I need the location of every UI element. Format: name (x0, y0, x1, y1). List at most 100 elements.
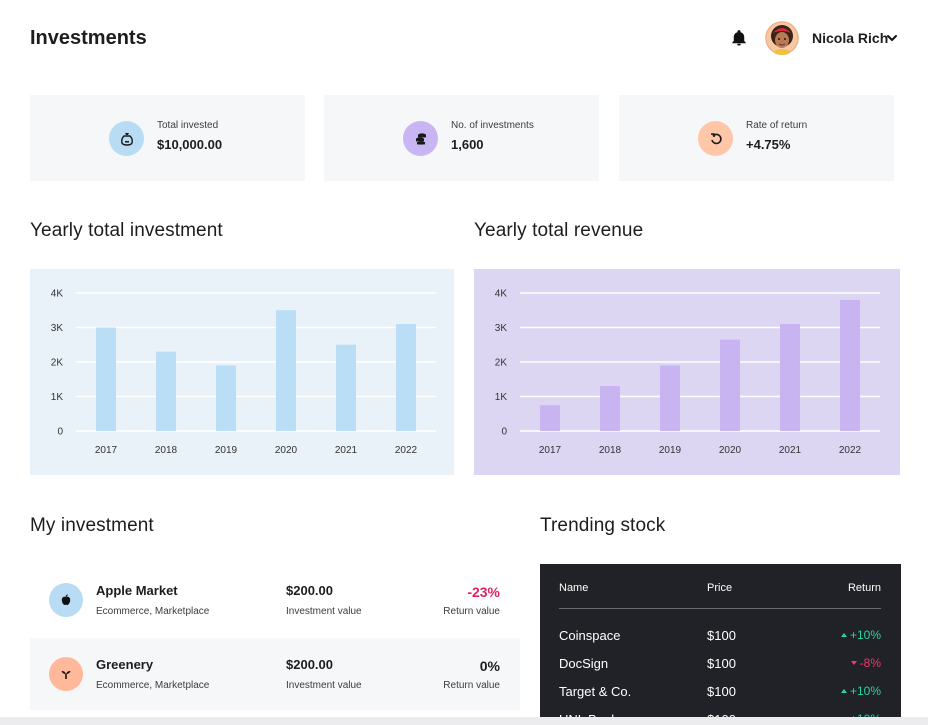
section-title-yearly-revenue: Yearly total revenue (474, 220, 644, 241)
bar-2017[interactable] (540, 405, 560, 431)
x-tick-label: 2021 (779, 445, 802, 456)
stock-price: $100 (707, 656, 736, 671)
stock-return: -8% (850, 656, 881, 670)
x-tick-label: 2018 (155, 445, 178, 456)
chevron-down-icon[interactable] (886, 32, 898, 44)
bar-2020[interactable] (720, 339, 740, 431)
stock-return-value: +10% (849, 628, 881, 642)
x-tick-label: 2021 (335, 445, 358, 456)
section-title-yearly-investment: Yearly total investment (30, 220, 223, 241)
x-tick-label: 2018 (599, 445, 622, 456)
inv-return-label: Return value (443, 680, 500, 691)
page-title: Investments (30, 27, 147, 49)
bar-2022[interactable] (396, 324, 416, 431)
x-tick-label: 2017 (539, 445, 562, 456)
bell-icon[interactable] (730, 29, 748, 47)
inv-name: Apple Market (96, 583, 178, 598)
stock-row[interactable]: Target & Co. $100 +10% (540, 684, 901, 712)
stat-label: No. of investments (451, 120, 534, 131)
inv-value-label: Investment value (286, 606, 362, 617)
sprout-icon (61, 670, 71, 679)
section-title-my-investment: My investment (30, 515, 154, 536)
bar-chart-svg: 0 1K 2K 3K 4K 2017 2018 2019 2020 2021 2022 (474, 269, 900, 475)
stock-return-value: +10% (849, 684, 881, 698)
investment-row[interactable]: Greenery Ecommerce, Marketplace $200.00 … (30, 638, 520, 710)
bar-chart-svg: 0 1K 2K 3K 4K 2017 2018 2019 2020 2021 2022 (30, 269, 454, 475)
bar-2019[interactable] (216, 365, 236, 431)
header: Investments Nicola Rich (30, 0, 898, 76)
apple-icon (61, 594, 71, 605)
stock-return: +10% (840, 684, 881, 698)
y-tick-label: 2K (495, 358, 508, 369)
stat-icon-bg (403, 121, 438, 156)
stat-card-rate-of-return: Rate of return +4.75% (619, 95, 894, 181)
header-divider (559, 608, 881, 609)
x-tick-label: 2020 (719, 445, 742, 456)
y-tick-label: 3K (51, 323, 64, 334)
inv-value-label: Investment value (286, 680, 362, 691)
stat-value: 1,600 (451, 137, 484, 152)
stat-card-investments-count: No. of investments 1,600 (324, 95, 599, 181)
inv-icon-bg (49, 657, 83, 691)
bar-2019[interactable] (660, 365, 680, 431)
stock-return-value: -8% (859, 656, 881, 670)
inv-category: Ecommerce, Marketplace (96, 606, 210, 617)
y-tick-label: 1K (495, 392, 508, 403)
stock-name: DocSign (559, 656, 609, 671)
stat-label: Total invested (157, 120, 219, 131)
bar-2018[interactable] (156, 351, 176, 431)
investment-chart: 0 1K 2K 3K 4K 2017 2018 2019 2020 2021 2022 (30, 269, 454, 475)
stock-row[interactable]: DocSign $100 -8% (540, 656, 901, 684)
user-name[interactable]: Nicola Rich (812, 30, 888, 46)
stat-icon-bg (698, 121, 733, 156)
y-tick-label: 2K (51, 358, 64, 369)
y-tick-label: 4K (51, 289, 64, 300)
stock-name: Target & Co. (559, 684, 632, 699)
money-bag-icon (120, 132, 133, 146)
bar-2020[interactable] (276, 310, 296, 431)
bar-2018[interactable] (600, 386, 620, 431)
bar-2022[interactable] (840, 299, 860, 431)
arrow-up-icon (840, 633, 847, 637)
chart-background (30, 269, 454, 475)
column-header-name: Name (559, 582, 589, 594)
inv-return: -23% (467, 584, 500, 600)
y-tick-label: 3K (495, 323, 508, 334)
y-tick-label: 0 (501, 427, 507, 438)
stock-price: $100 (707, 684, 736, 699)
inv-value: $200.00 (286, 657, 333, 672)
y-tick-label: 0 (57, 427, 63, 438)
inv-return-label: Return value (443, 606, 500, 617)
column-header-price: Price (707, 582, 733, 594)
x-tick-label: 2017 (95, 445, 118, 456)
revenue-chart: 0 1K 2K 3K 4K 2017 2018 2019 2020 2021 2022 (474, 269, 900, 475)
refresh-icon (710, 132, 722, 144)
horizontal-scrollbar[interactable] (0, 717, 928, 725)
inv-category: Ecommerce, Marketplace (96, 680, 210, 691)
bar-2021[interactable] (780, 324, 800, 431)
y-tick-label: 4K (495, 289, 508, 300)
arrow-up-icon (840, 689, 847, 693)
stat-value: +4.75% (746, 137, 791, 152)
section-title-trending-stock: Trending stock (540, 515, 666, 536)
stat-icon-bg (109, 121, 144, 156)
stock-return: +10% (840, 628, 881, 642)
y-tick-label: 1K (51, 392, 64, 403)
x-tick-label: 2022 (839, 445, 862, 456)
stat-label: Rate of return (746, 120, 808, 131)
x-tick-label: 2019 (659, 445, 682, 456)
stat-value: $10,000.00 (157, 137, 223, 152)
arrow-down-icon (850, 661, 857, 665)
x-tick-label: 2019 (215, 445, 238, 456)
bar-2017[interactable] (96, 327, 116, 432)
coin-stack-icon (415, 132, 426, 145)
x-tick-label: 2020 (275, 445, 298, 456)
avatar[interactable] (765, 21, 799, 55)
trending-stock-table: Name Price Return Coinspace $100 +10% Do… (540, 564, 901, 725)
bar-2021[interactable] (336, 344, 356, 431)
investment-row[interactable]: Apple Market Ecommerce, Marketplace $200… (30, 564, 520, 636)
column-header-return: Return (847, 582, 881, 594)
inv-name: Greenery (96, 657, 154, 672)
inv-icon-bg (49, 583, 83, 617)
stock-row[interactable]: Coinspace $100 +10% (540, 628, 901, 656)
